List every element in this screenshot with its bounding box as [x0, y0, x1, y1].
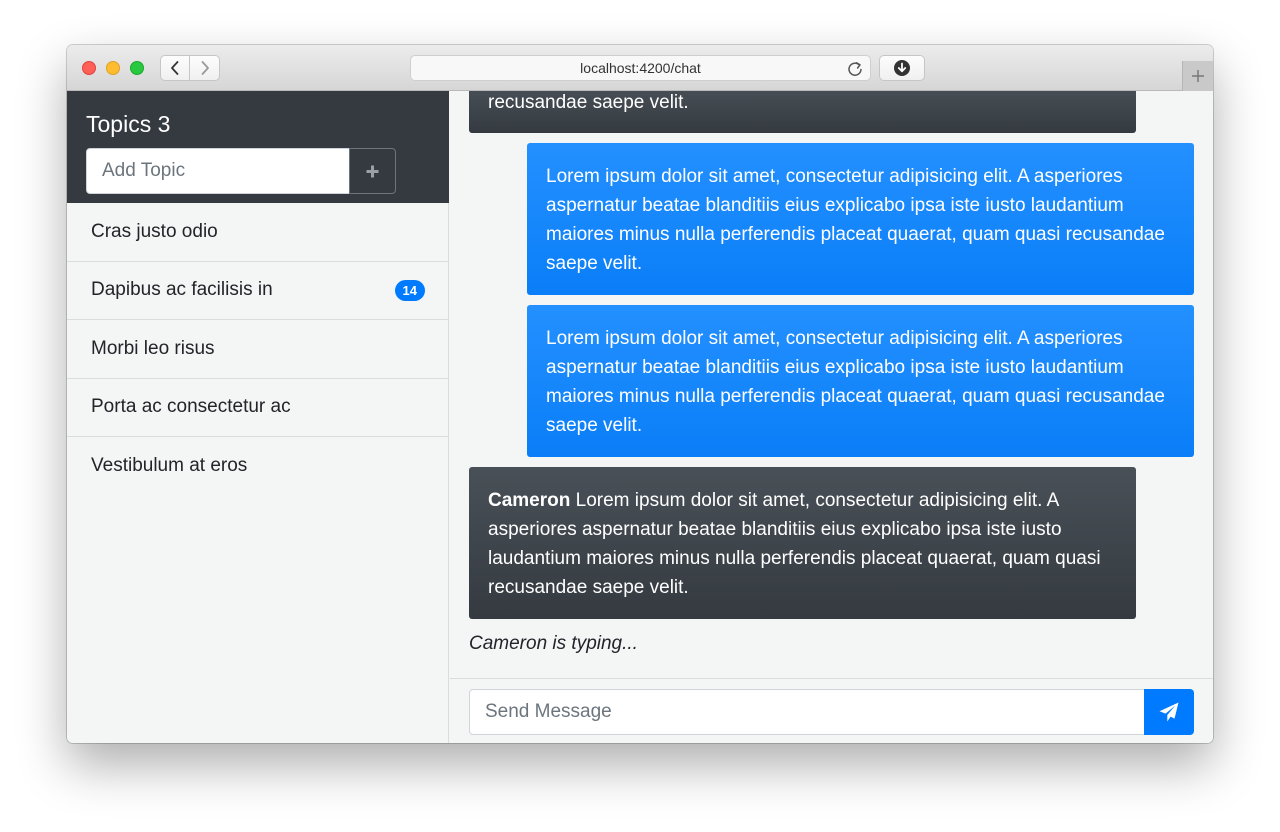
send-message-input[interactable] [469, 689, 1145, 735]
back-button[interactable] [160, 55, 190, 81]
url-text: localhost:4200/chat [580, 60, 701, 76]
topic-label: Cras justo odio [91, 220, 218, 242]
sent-message: Lorem ipsum dolor sit amet, consectetur … [527, 143, 1194, 295]
message-text: recusandae saepe velit. [488, 92, 689, 113]
chat-panel: recusandae saepe velit. Lorem ipsum dolo… [450, 91, 1213, 743]
browser-window: localhost:4200/chat Topics 3 Add Topic C… [67, 45, 1213, 743]
topics-sidebar: Topics 3 Cras justo odio Dapibus ac faci… [67, 91, 449, 743]
message-text: Lorem ipsum dolor sit amet, consectetur … [546, 328, 1165, 436]
chevron-left-icon [171, 61, 179, 75]
topic-label: Dapibus ac facilisis in [91, 279, 273, 301]
reload-icon[interactable] [846, 60, 864, 78]
topic-item[interactable]: Dapibus ac facilisis in 14 [67, 262, 449, 320]
new-tab-button[interactable] [1182, 61, 1213, 91]
topic-item[interactable]: Morbi leo risus [67, 320, 449, 379]
chevron-right-icon [201, 61, 209, 75]
topic-item[interactable]: Porta ac consectetur ac [67, 379, 449, 437]
downloads-button[interactable] [879, 55, 925, 81]
plus-icon [366, 165, 379, 177]
typing-indicator: Cameron is typing... [469, 633, 638, 654]
sent-message: Lorem ipsum dolor sit amet, consectetur … [527, 305, 1194, 457]
topic-list: Cras justo odio Dapibus ac facilisis in … [67, 203, 449, 496]
topic-item[interactable]: Vestibulum at eros [67, 437, 449, 496]
unread-count-badge: 14 [394, 279, 425, 301]
add-topic-button[interactable] [349, 148, 396, 194]
minimize-window-button[interactable] [106, 61, 120, 75]
paper-plane-icon [1159, 702, 1179, 722]
message-composer [450, 678, 1213, 743]
plus-icon [1192, 70, 1204, 82]
topic-label: Porta ac consectetur ac [91, 396, 291, 418]
send-button[interactable] [1144, 689, 1194, 735]
add-topic-input[interactable] [86, 148, 350, 194]
address-bar[interactable]: localhost:4200/chat [410, 55, 871, 81]
forward-button[interactable] [190, 55, 220, 81]
sidebar-title: Topics 3 [86, 111, 171, 137]
message-text: Lorem ipsum dolor sit amet, consectetur … [546, 166, 1165, 274]
close-window-button[interactable] [82, 61, 96, 75]
topic-label: Morbi leo risus [91, 337, 215, 359]
zoom-window-button[interactable] [130, 61, 144, 75]
sidebar-header: Topics 3 [67, 91, 449, 203]
message-author: Cameron [488, 490, 576, 511]
topic-label: Vestibulum at eros [91, 455, 248, 477]
received-message: recusandae saepe velit. [469, 91, 1136, 133]
topic-item[interactable]: Cras justo odio [67, 203, 449, 262]
browser-titlebar: localhost:4200/chat [67, 45, 1213, 91]
download-icon [894, 60, 910, 76]
message-text: Lorem ipsum dolor sit amet, consectetur … [488, 490, 1101, 598]
received-message: Cameron Lorem ipsum dolor sit amet, cons… [469, 467, 1136, 619]
